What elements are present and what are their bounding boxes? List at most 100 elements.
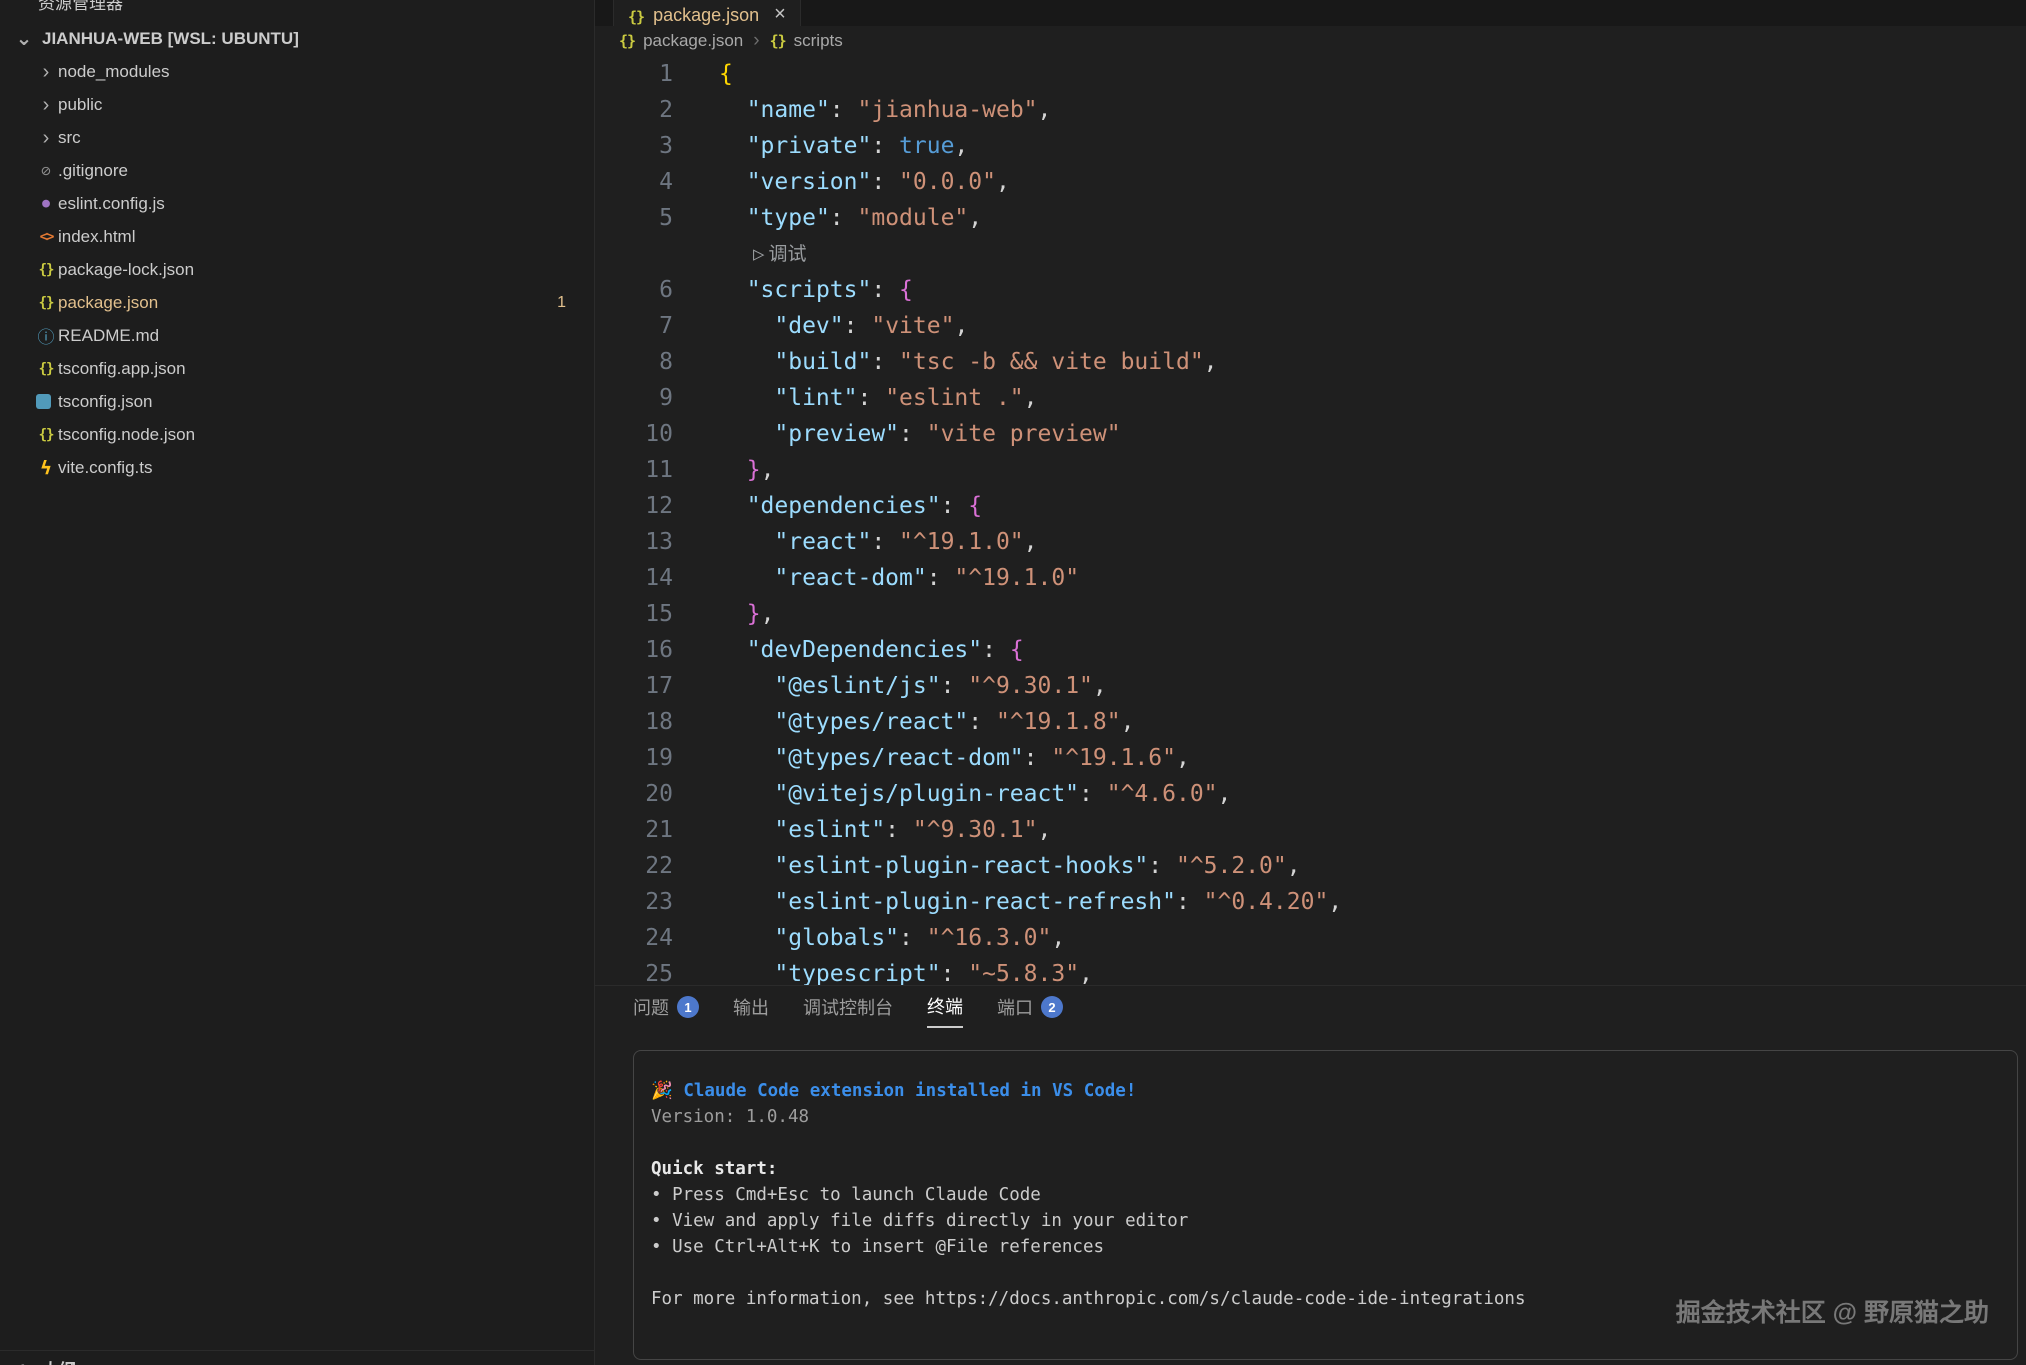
outline-section[interactable]: › 大纲 — [0, 1350, 594, 1365]
terminal-container[interactable]: 🎉 Claude Code extension installed in VS … — [633, 1050, 2018, 1360]
tab-bar: {} package.json × — [595, 0, 2026, 26]
line-number — [595, 236, 673, 272]
file-item[interactable]: tsconfig.json — [0, 385, 594, 418]
file-label: tsconfig.app.json — [58, 359, 186, 379]
panel-tab-label: 终端 — [927, 993, 963, 1019]
code-line: 8 "build": "tsc -b && vite build", — [595, 344, 2026, 380]
file-item[interactable]: {}package.json1 — [0, 286, 594, 319]
debug-codelens[interactable]: ▷调试 — [707, 236, 806, 272]
file-item[interactable]: ⊘.gitignore — [0, 154, 594, 187]
line-number: 24 — [595, 920, 673, 956]
code-text: "build": "tsc -b && vite build", — [673, 344, 1218, 380]
file-label: src — [58, 128, 81, 148]
line-number: 19 — [595, 740, 673, 776]
code-line: 15 }, — [595, 596, 2026, 632]
panel-tab-debug-console[interactable]: 调试控制台 — [803, 986, 893, 1028]
file-label: tsconfig.json — [58, 392, 153, 412]
code-text: "scripts": { — [673, 272, 913, 308]
breadcrumb: {} package.json › {} scripts — [595, 26, 2026, 56]
file-item[interactable]: {}package-lock.json — [0, 253, 594, 286]
folder-item[interactable]: ›public — [0, 88, 594, 121]
code-text: "@vitejs/plugin-react": "^4.6.0", — [673, 776, 1231, 812]
terminal-line — [651, 1130, 2017, 1156]
code-text: "private": true, — [673, 128, 968, 164]
code-line: 24 "globals": "^16.3.0", — [595, 920, 2026, 956]
code-line: 23 "eslint-plugin-react-refresh": "^0.4.… — [595, 884, 2026, 920]
terminal-line: • Use Ctrl+Alt+K to insert @File referen… — [651, 1234, 2017, 1260]
code-text: "@eslint/js": "^9.30.1", — [673, 668, 1107, 704]
breadcrumb-item-symbol[interactable]: scripts — [794, 31, 843, 51]
vscode-window: 资源管理器 ⌄ JIANHUA-WEB [WSL: UBUNTU] ›node_… — [0, 0, 2026, 1365]
panel-tab-ports[interactable]: 端口2 — [997, 986, 1063, 1028]
line-number: 17 — [595, 668, 673, 704]
code-text: "name": "jianhua-web", — [673, 92, 1051, 128]
terminal-line: 🎉 Claude Code extension installed in VS … — [651, 1078, 2017, 1104]
chevron-right-icon: › — [34, 95, 58, 115]
code-editor[interactable]: 1{2 "name": "jianhua-web",3 "private": t… — [595, 56, 2026, 985]
file-label: tsconfig.node.json — [58, 425, 195, 445]
file-label: package-lock.json — [58, 260, 194, 280]
line-number: 13 — [595, 524, 673, 560]
file-label: public — [58, 95, 102, 115]
code-text: "eslint-plugin-react-hooks": "^5.2.0", — [673, 848, 1301, 884]
panel-tab-problems[interactable]: 问题1 — [633, 986, 699, 1028]
code-line: 7 "dev": "vite", — [595, 308, 2026, 344]
code-line: 10 "preview": "vite preview" — [595, 416, 2026, 452]
file-item[interactable]: {}tsconfig.node.json — [0, 418, 594, 451]
code-text: "@types/react": "^19.1.8", — [673, 704, 1134, 740]
tab-package-json[interactable]: {} package.json × — [613, 0, 801, 26]
editor-area: {} package.json × {} package.json › {} s… — [595, 0, 2026, 1365]
code-text: "@types/react-dom": "^19.1.6", — [673, 740, 1190, 776]
line-number: 6 — [595, 272, 673, 308]
line-number: 7 — [595, 308, 673, 344]
code-text: { — [673, 56, 733, 92]
file-label: .gitignore — [58, 161, 128, 181]
code-text: "type": "module", — [673, 200, 982, 236]
breadcrumb-item-file[interactable]: package.json — [643, 31, 743, 51]
code-line: 2 "name": "jianhua-web", — [595, 92, 2026, 128]
tsconfig-file-icon — [36, 394, 51, 409]
panel-tab-label: 端口 — [997, 994, 1033, 1020]
panel-tab-label: 问题 — [633, 994, 669, 1020]
explorer-root-folder[interactable]: ⌄ JIANHUA-WEB [WSL: UBUNTU] — [0, 22, 594, 55]
readme-file-icon: ⓘ — [34, 323, 58, 348]
problems-count-badge: 1 — [557, 294, 566, 312]
folder-item[interactable]: ›node_modules — [0, 55, 594, 88]
panel-tab-label: 调试控制台 — [803, 994, 893, 1020]
line-number: 12 — [595, 488, 673, 524]
file-label: eslint.config.js — [58, 194, 165, 214]
code-line: 13 "react": "^19.1.0", — [595, 524, 2026, 560]
line-number: 1 — [595, 56, 673, 92]
code-text: "react": "^19.1.0", — [673, 524, 1038, 560]
panel-tab-terminal[interactable]: 终端 — [927, 986, 963, 1028]
line-number: 16 — [595, 632, 673, 668]
file-label: index.html — [58, 227, 135, 247]
file-item[interactable]: ϟvite.config.ts — [0, 451, 594, 484]
html-file-icon: <> — [34, 229, 58, 245]
code-line: 22 "eslint-plugin-react-hooks": "^5.2.0"… — [595, 848, 2026, 884]
code-line: 3 "private": true, — [595, 128, 2026, 164]
line-number: 4 — [595, 164, 673, 200]
json-icon: {} — [619, 32, 635, 50]
chevron-right-icon: › — [12, 1358, 36, 1365]
folder-item[interactable]: ›src — [0, 121, 594, 154]
terminal-line: • View and apply file diffs directly in … — [651, 1208, 2017, 1234]
file-item[interactable]: ⓘREADME.md — [0, 319, 594, 352]
file-item[interactable]: ●eslint.config.js — [0, 187, 594, 220]
close-icon[interactable]: × — [774, 3, 786, 26]
code-text: }, — [673, 452, 774, 488]
code-text: "react-dom": "^19.1.0" — [673, 560, 1079, 596]
code-text: "preview": "vite preview" — [673, 416, 1121, 452]
line-number: 8 — [595, 344, 673, 380]
file-item[interactable]: {}tsconfig.app.json — [0, 352, 594, 385]
play-icon: ▷ — [753, 243, 764, 265]
file-item[interactable]: <>index.html — [0, 220, 594, 253]
code-line: 11 }, — [595, 452, 2026, 488]
code-line: 5 "type": "module", — [595, 200, 2026, 236]
code-line: 4 "version": "0.0.0", — [595, 164, 2026, 200]
eslint-file-icon: ● — [34, 196, 58, 211]
code-text: "eslint-plugin-react-refresh": "^0.4.20"… — [673, 884, 1342, 920]
terminal-output: 🎉 Claude Code extension installed in VS … — [634, 1051, 2017, 1312]
chevron-right-icon: › — [34, 62, 58, 82]
panel-tab-output[interactable]: 输出 — [733, 986, 769, 1028]
